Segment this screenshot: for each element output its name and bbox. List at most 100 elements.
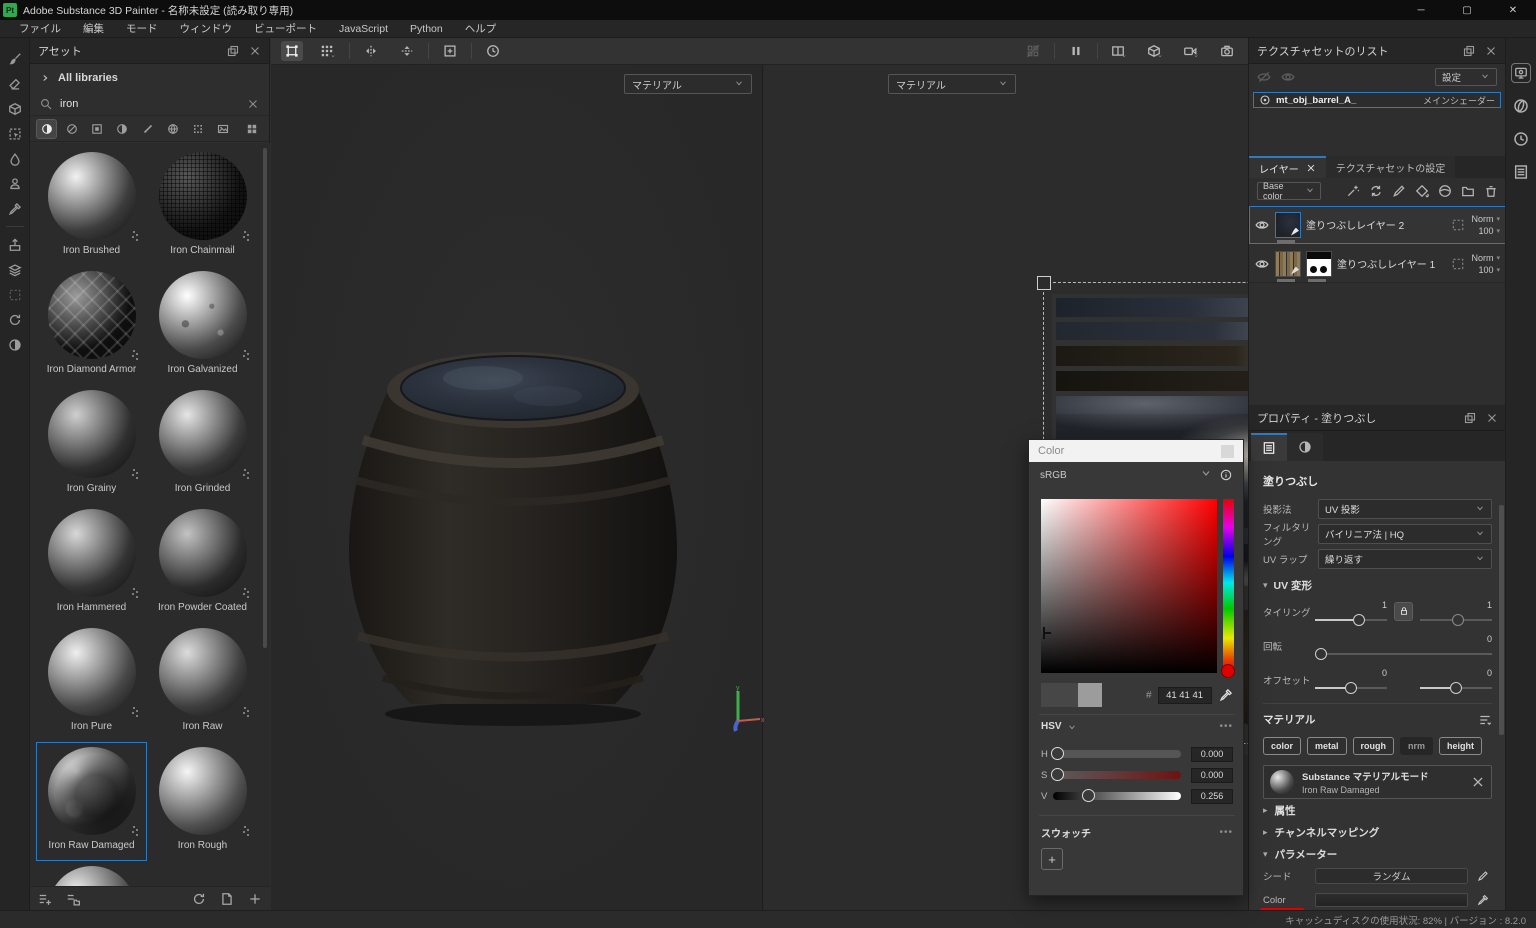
camera-view-icon[interactable]: ⌄ [1180, 41, 1202, 61]
projection-tool[interactable] [3, 96, 27, 121]
close-panel-icon[interactable] [249, 45, 261, 57]
show-all-icon[interactable] [1257, 70, 1271, 84]
uv-transform-section[interactable]: ▾UV 変形 [1263, 578, 1492, 593]
opacity-dropdown[interactable]: 100▾ [1478, 226, 1500, 236]
tiling-y-slider[interactable]: 1 [1420, 611, 1492, 625]
material-tile[interactable]: Iron Rough [147, 742, 258, 861]
layer-name[interactable]: 塗りつぶしレイヤー 2 [1306, 217, 1404, 232]
delete-layer-icon[interactable] [1484, 184, 1498, 198]
add-swatch-button[interactable]: + [1041, 848, 1063, 870]
resources-tool[interactable] [3, 282, 27, 307]
eraser-tool[interactable] [3, 71, 27, 96]
saturation-value-square[interactable] [1041, 499, 1217, 673]
symmetry-vertical-icon[interactable] [396, 41, 418, 61]
layer-visibility-icon[interactable] [1255, 257, 1269, 271]
export-tool[interactable] [3, 232, 27, 257]
layer-visibility-icon[interactable] [1255, 218, 1269, 232]
h-slider-handle[interactable] [1051, 747, 1064, 760]
s-slider[interactable] [1053, 771, 1181, 779]
current-color-swatch[interactable] [1041, 683, 1078, 707]
properties-scrollbar[interactable] [1499, 505, 1504, 735]
filtering-dropdown[interactable]: バイリニア法 | HQ [1318, 524, 1492, 544]
perspective-icon[interactable]: ⌄ [1144, 41, 1166, 61]
new-resource-icon[interactable] [220, 892, 234, 906]
hsv-menu-icon[interactable]: ••• [1219, 721, 1233, 732]
remove-material-icon[interactable] [1471, 775, 1485, 789]
hex-input[interactable]: 41 41 41 [1158, 687, 1212, 704]
display-mode-dropdown-2d[interactable]: マテリアル [888, 74, 1016, 94]
search-input[interactable]: iron [60, 98, 239, 110]
v-slider-handle[interactable] [1082, 789, 1095, 802]
tab-material-properties[interactable] [1287, 433, 1323, 461]
texture-set-row[interactable]: mt_obj_barrel_A_ メインシェーダー [1253, 92, 1501, 108]
reset-view-icon[interactable] [482, 41, 504, 61]
rotation-slider[interactable]: 0 [1315, 645, 1492, 659]
add-effect-icon[interactable] [1369, 184, 1383, 198]
projection-dropdown[interactable]: UV 投影 [1318, 499, 1492, 519]
swatch-menu-icon[interactable]: ••• [1219, 827, 1233, 838]
tiling-x-slider[interactable]: 1 [1315, 611, 1387, 625]
shelf-tool[interactable] [3, 332, 27, 357]
close-button[interactable]: ✕ [1490, 0, 1536, 20]
menu-item-1[interactable]: 編集 [72, 20, 115, 37]
add-paint-layer-icon[interactable] [1392, 184, 1406, 198]
parameters-section[interactable]: ▾パラメーター [1263, 843, 1492, 865]
clone-stamp-tool[interactable] [3, 171, 27, 196]
hue-slider[interactable] [1223, 499, 1234, 673]
menu-item-3[interactable]: ウィンドウ [169, 20, 244, 37]
edit-seed-icon[interactable] [1477, 870, 1489, 882]
menu-item-7[interactable]: ヘルプ [454, 20, 508, 37]
material-tile[interactable]: Iron Grainy [36, 385, 147, 504]
material-tile[interactable]: Iron Grinded [147, 385, 258, 504]
layer-row-fill-2[interactable]: 塗りつぶしレイヤー 2 Norm▾ 100▾ [1249, 206, 1506, 244]
add-fill-layer-icon[interactable] [1415, 184, 1429, 198]
grid-toggle-icon[interactable] [1022, 41, 1044, 61]
material-tile[interactable]: Iron Pure [36, 623, 147, 742]
texture-set-settings-dropdown[interactable]: 設定 [1435, 68, 1497, 86]
clear-search-icon[interactable] [247, 98, 259, 110]
v-value-input[interactable]: 0.256 [1191, 789, 1233, 804]
filter-patterns[interactable] [187, 119, 208, 139]
history-tool[interactable] [3, 307, 27, 332]
menu-item-4[interactable]: ビューポート [243, 20, 328, 37]
channel-mapping-section[interactable]: ▸チャンネルマッピング [1263, 821, 1492, 843]
menu-item-6[interactable]: Python [399, 20, 454, 37]
filter-materials[interactable] [36, 119, 57, 139]
add-icon[interactable] [248, 892, 262, 906]
tab-close-icon[interactable] [1306, 163, 1316, 173]
visibility-icon[interactable] [1259, 94, 1271, 106]
split-view-icon[interactable]: ⌄ [1108, 41, 1130, 61]
filter-filters[interactable] [112, 119, 133, 139]
float-panel-icon[interactable] [227, 45, 239, 57]
channel-chip-height[interactable]: height [1439, 737, 1482, 755]
add-smart-material-icon[interactable] [1346, 184, 1360, 198]
material-tile[interactable]: Iron Hammered [36, 504, 147, 623]
smudge-tool[interactable] [3, 146, 27, 171]
material-picker-tool[interactable] [3, 196, 27, 221]
material-tile[interactable]: Iron Galvanized [147, 266, 258, 385]
hue-slider-handle[interactable] [1221, 664, 1235, 678]
minimize-button[interactable]: ─ [1398, 0, 1444, 20]
import-resources-icon[interactable] [38, 892, 52, 906]
color-eyedropper-icon[interactable] [1477, 894, 1489, 906]
assets-stack-tool[interactable] [3, 257, 27, 282]
layer-name[interactable]: 塗りつぶしレイヤー 1 [1337, 256, 1435, 271]
menu-item-5[interactable]: JavaScript [328, 20, 399, 37]
h-slider[interactable] [1053, 750, 1181, 758]
viewport-3d[interactable]: マテリアル [271, 65, 763, 910]
channel-chip-color[interactable]: color [1263, 737, 1301, 755]
material-tile[interactable]: Iron Chainmail [147, 147, 258, 266]
screenshot-icon[interactable] [1216, 41, 1238, 61]
opacity-dropdown[interactable]: 100▾ [1478, 265, 1500, 275]
polygon-fill-tool[interactable] [3, 121, 27, 146]
float-panel-icon[interactable] [1464, 412, 1476, 424]
solo-icon[interactable] [1281, 70, 1295, 84]
pause-engine-icon[interactable] [1065, 41, 1087, 61]
add-smart-layer-icon[interactable] [1438, 184, 1452, 198]
material-sort-icon[interactable] [1478, 713, 1492, 727]
shader-settings-icon[interactable] [1511, 96, 1531, 116]
frame-selection-icon[interactable] [439, 41, 461, 61]
refresh-icon[interactable] [192, 892, 206, 906]
grid-view-icon[interactable] [242, 119, 263, 139]
filter-brushes[interactable] [137, 119, 158, 139]
